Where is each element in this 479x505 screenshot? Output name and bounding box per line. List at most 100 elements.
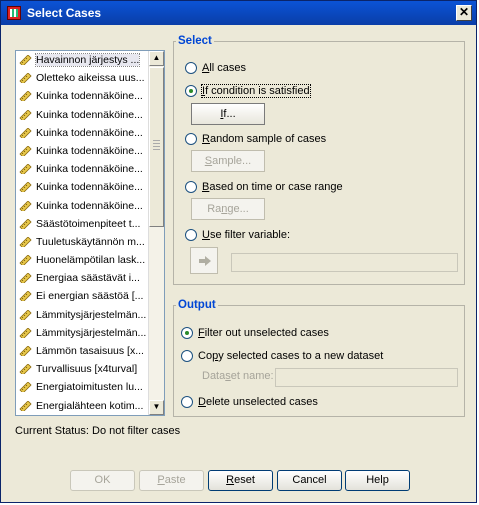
variable-label: Kuinka todennäköine... xyxy=(36,90,143,103)
scroll-thumb[interactable] xyxy=(149,67,164,227)
variable-label: Kuinka todennäköine... xyxy=(36,199,143,212)
radio-time-range[interactable]: Based on time or case range xyxy=(185,179,343,195)
scale-variable-icon xyxy=(19,400,32,411)
variable-list-scrollbar[interactable]: ▲ ▼ xyxy=(148,51,164,415)
variable-item[interactable]: Huonelämpötilan lask... xyxy=(16,251,150,269)
reset-mnemonic: R xyxy=(226,474,235,486)
variable-label: Tuuletuskäytännön m... xyxy=(36,235,145,248)
current-status: Current Status: Do not filter cases xyxy=(15,425,181,437)
radio-dot xyxy=(181,396,193,408)
all-cases-label: All cases xyxy=(202,62,247,74)
scroll-up-arrow[interactable]: ▲ xyxy=(149,51,164,66)
scroll-down-arrow[interactable]: ▼ xyxy=(149,400,164,415)
variable-item[interactable]: Lämmön tasaisuus [x... xyxy=(16,342,150,360)
variable-item[interactable]: Havainnon järjestys ... xyxy=(16,51,150,69)
variable-item[interactable]: Lämmitysjärjestelmän... xyxy=(16,324,150,342)
if-button[interactable]: If... xyxy=(191,103,265,125)
window-title: Select Cases xyxy=(27,6,102,20)
reset-label: eset xyxy=(234,474,255,486)
variable-item[interactable]: Energialähteen kotim... xyxy=(16,397,150,415)
filter-variable-field[interactable] xyxy=(231,253,458,272)
radio-dot xyxy=(181,327,193,339)
paste-mnemonic: P xyxy=(157,474,165,486)
radio-dot xyxy=(185,229,197,241)
scale-variable-icon xyxy=(19,145,32,156)
variable-label: Lämmön tasaisuus [x... xyxy=(36,345,144,357)
variable-label: Lämmitysjärjestelmän... xyxy=(36,326,147,339)
radio-copy-new-dataset[interactable]: Copy selected cases to a new dataset xyxy=(181,348,383,364)
variable-label: Havainnon järjestys ... xyxy=(34,53,141,67)
title-bar[interactable]: Select Cases ✕ xyxy=(1,1,476,25)
radio-dot xyxy=(181,350,193,362)
copy-new-label: Copy selected cases to a new dataset xyxy=(198,350,384,362)
variable-item[interactable]: Tuuletuskäytännön m... xyxy=(16,233,150,251)
scale-variable-icon xyxy=(19,382,32,393)
range-button-pre: Ra xyxy=(207,203,222,215)
sample-button[interactable]: Sample... xyxy=(191,150,265,172)
variable-label: Kuinka todennäköine... xyxy=(36,181,143,194)
reset-button[interactable]: Reset xyxy=(208,470,273,491)
variable-item[interactable]: Lämmitysjärjestelmän... xyxy=(16,306,150,324)
scale-variable-icon xyxy=(19,273,32,284)
variable-list[interactable]: Havainnon järjestys ... Oletteko aikeissa… xyxy=(15,50,165,416)
variable-item[interactable]: Oletteko aikeissa uus... xyxy=(16,69,150,87)
output-legend: Output xyxy=(178,299,216,311)
variable-label: Huonelämpötilan lask... xyxy=(36,254,146,267)
variable-item[interactable]: Ei energian säästöä [... xyxy=(16,287,150,305)
dataset-name-label: Dataset name: xyxy=(202,370,274,382)
variable-item[interactable]: Kuinka todennäköine... xyxy=(16,160,150,178)
variable-item[interactable]: Energiatoimitusten lu... xyxy=(16,378,150,396)
variable-item[interactable]: Kuinka todennäköine... xyxy=(16,142,150,160)
if-button-label: f... xyxy=(223,108,236,120)
variable-label: Energiatoimitusten lu... xyxy=(36,381,143,394)
random-sample-label: Random sample of cases xyxy=(202,133,327,145)
variable-label: Kuinka todennäköine... xyxy=(36,108,143,121)
variable-label: Kuinka todennäköine... xyxy=(36,163,143,176)
dataset-name-field[interactable] xyxy=(275,368,458,387)
scale-variable-icon xyxy=(19,127,32,138)
variable-item[interactable]: Kuinka todennäköine... xyxy=(16,178,150,196)
variable-items: Havainnon järjestys ... Oletteko aikeissa… xyxy=(16,51,150,415)
scale-variable-icon xyxy=(19,309,32,320)
arrow-right-icon xyxy=(199,256,211,266)
radio-all-cases[interactable]: All cases xyxy=(185,60,246,76)
variable-item[interactable]: Kuinka todennäköine... xyxy=(16,106,150,124)
ok-button[interactable]: OK xyxy=(70,470,135,491)
paste-label: aste xyxy=(164,474,186,486)
move-to-filter-button[interactable] xyxy=(190,247,218,274)
variable-item[interactable]: Turvallisuus [x4turval] xyxy=(16,360,150,378)
radio-filter-variable[interactable]: Use filter variable: xyxy=(185,227,290,243)
variable-label: Energiaa säästävät i... xyxy=(36,272,140,285)
scale-variable-icon xyxy=(19,346,32,356)
scale-variable-icon xyxy=(19,200,32,211)
radio-random-sample[interactable]: Random sample of cases xyxy=(185,131,326,147)
paste-button[interactable]: Paste xyxy=(139,470,204,491)
scale-variable-icon xyxy=(19,291,32,302)
close-icon: ✕ xyxy=(458,5,470,19)
radio-delete-unselected[interactable]: Delete unselected cases xyxy=(181,394,318,410)
radio-filter-out[interactable]: Filter out unselected cases xyxy=(181,325,329,341)
radio-dot xyxy=(185,181,197,193)
close-button[interactable]: ✕ xyxy=(456,5,472,21)
variable-item[interactable]: Kuinka todennäköine... xyxy=(16,124,150,142)
help-button[interactable]: Help xyxy=(345,470,410,491)
if-condition-label: If condition is satisfied xyxy=(201,84,311,98)
radio-dot xyxy=(185,133,197,145)
range-button[interactable]: Range... xyxy=(191,198,265,220)
variable-item[interactable]: Kuinka todennäköine... xyxy=(16,197,150,215)
variable-label: Energialähteen kotim... xyxy=(36,399,144,412)
cancel-button[interactable]: Cancel xyxy=(277,470,342,491)
scale-variable-icon xyxy=(19,164,32,175)
variable-label: Kuinka todennäköine... xyxy=(36,144,143,157)
radio-dot xyxy=(185,85,197,97)
filter-out-label: Filter out unselected cases xyxy=(198,327,329,339)
sample-button-label: ample... xyxy=(212,155,252,167)
radio-dot xyxy=(185,62,197,74)
scale-variable-icon xyxy=(19,236,32,247)
scale-variable-icon xyxy=(19,255,32,266)
variable-item[interactable]: Säästötoimenpiteet t... xyxy=(16,215,150,233)
variable-item[interactable]: Kuinka todennäköine... xyxy=(16,87,150,105)
radio-if-condition[interactable]: If condition is satisfied xyxy=(185,83,311,99)
variable-item[interactable]: Energiaa säästävät i... xyxy=(16,269,150,287)
time-range-label: Based on time or case range xyxy=(202,181,343,193)
